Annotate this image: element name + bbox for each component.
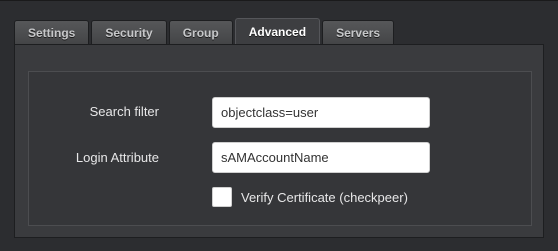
advanced-settings-form: Search filter Login Attribute Verify Cer… bbox=[28, 71, 532, 226]
settings-panel: Settings Security Group Advanced Servers… bbox=[0, 0, 558, 251]
login-attribute-label: Login Attribute bbox=[75, 150, 159, 165]
tab-group[interactable]: Group bbox=[168, 20, 233, 44]
verify-certificate-option[interactable]: Verify Certificate (checkpeer) bbox=[212, 187, 408, 207]
verify-certificate-label: Verify Certificate (checkpeer) bbox=[241, 189, 408, 205]
search-filter-input[interactable] bbox=[212, 97, 430, 128]
tab-advanced[interactable]: Advanced bbox=[234, 18, 321, 45]
tab-bar: Settings Security Group Advanced Servers bbox=[14, 18, 396, 45]
tab-servers[interactable]: Servers bbox=[322, 20, 395, 44]
tab-settings[interactable]: Settings bbox=[14, 20, 90, 44]
advanced-tab-content: Search filter Login Attribute Verify Cer… bbox=[14, 44, 544, 238]
tab-security[interactable]: Security bbox=[91, 20, 167, 44]
search-filter-label: Search filter bbox=[89, 104, 159, 119]
login-attribute-input[interactable] bbox=[212, 142, 430, 173]
verify-certificate-checkbox[interactable] bbox=[212, 187, 232, 207]
